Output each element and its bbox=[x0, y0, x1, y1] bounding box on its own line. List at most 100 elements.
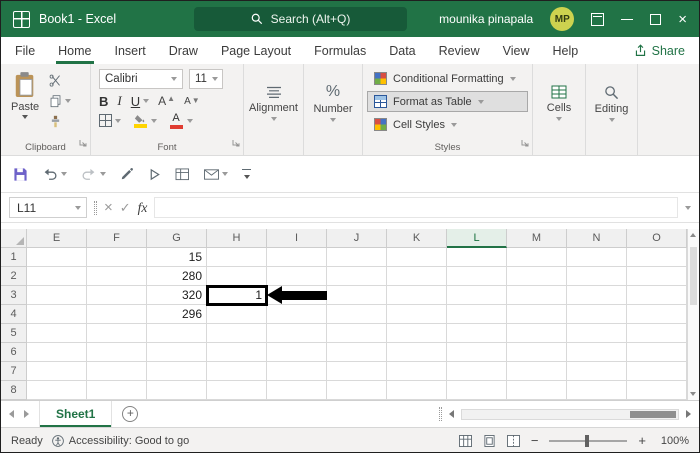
page-break-view-button[interactable] bbox=[506, 434, 520, 447]
cell-I8[interactable] bbox=[267, 381, 327, 400]
cell-K6[interactable] bbox=[387, 343, 447, 362]
row-header-8[interactable]: 8 bbox=[1, 381, 27, 400]
column-header-I[interactable]: I bbox=[267, 229, 327, 248]
qat-mail-button[interactable] bbox=[204, 168, 228, 180]
fill-color-button[interactable] bbox=[132, 114, 157, 128]
row-header-6[interactable]: 6 bbox=[1, 343, 27, 362]
cell-L7[interactable] bbox=[447, 362, 507, 381]
cell-E4[interactable] bbox=[27, 305, 87, 324]
column-header-E[interactable]: E bbox=[27, 229, 87, 248]
cell-O1[interactable] bbox=[627, 248, 687, 267]
cell-O7[interactable] bbox=[627, 362, 687, 381]
editing-group[interactable]: Editing bbox=[586, 64, 638, 155]
column-header-H[interactable]: H bbox=[207, 229, 267, 248]
cell-J7[interactable] bbox=[327, 362, 387, 381]
conditional-formatting-button[interactable]: Conditional Formatting bbox=[367, 68, 528, 89]
format-painter-button[interactable] bbox=[49, 115, 71, 128]
cell-I1[interactable] bbox=[267, 248, 327, 267]
cell-M2[interactable] bbox=[507, 267, 567, 286]
zoom-slider-thumb[interactable] bbox=[585, 434, 590, 447]
tab-split-handle[interactable] bbox=[439, 407, 442, 421]
cell-H2[interactable] bbox=[207, 267, 267, 286]
page-layout-view-button[interactable] bbox=[483, 434, 496, 447]
cell-K1[interactable] bbox=[387, 248, 447, 267]
row-header-3[interactable]: 3 bbox=[1, 286, 27, 305]
tab-data[interactable]: Data bbox=[389, 37, 415, 64]
tab-review[interactable]: Review bbox=[439, 37, 480, 64]
vertical-scroll-thumb[interactable] bbox=[690, 247, 697, 305]
cell-F4[interactable] bbox=[87, 305, 147, 324]
cell-K2[interactable] bbox=[387, 267, 447, 286]
cell-F7[interactable] bbox=[87, 362, 147, 381]
cell-I7[interactable] bbox=[267, 362, 327, 381]
horizontal-scrollbar[interactable] bbox=[461, 408, 679, 420]
minimize-button[interactable] bbox=[621, 13, 634, 25]
font-size-select[interactable]: 11 bbox=[189, 69, 223, 89]
shrink-font-button[interactable]: A ▼ bbox=[184, 96, 200, 107]
font-name-select[interactable]: Calibri bbox=[99, 69, 183, 89]
number-group[interactable]: % Number bbox=[304, 64, 363, 155]
cell-K7[interactable] bbox=[387, 362, 447, 381]
cell-F3[interactable] bbox=[87, 286, 147, 305]
cell-O5[interactable] bbox=[627, 324, 687, 343]
tab-draw[interactable]: Draw bbox=[169, 37, 198, 64]
cell-G8[interactable] bbox=[147, 381, 207, 400]
maximize-button[interactable] bbox=[650, 13, 662, 25]
enter-button[interactable]: ✓ bbox=[120, 201, 131, 214]
cell-H6[interactable] bbox=[207, 343, 267, 362]
close-button[interactable]: × bbox=[678, 12, 687, 27]
next-sheet-icon[interactable] bbox=[24, 410, 29, 418]
clipboard-dialog-launcher-icon[interactable] bbox=[79, 134, 87, 152]
cell-F8[interactable] bbox=[87, 381, 147, 400]
cell-G7[interactable] bbox=[147, 362, 207, 381]
scroll-up-icon[interactable] bbox=[690, 233, 696, 237]
user-avatar[interactable]: MP bbox=[550, 7, 575, 31]
cell-E3[interactable] bbox=[27, 286, 87, 305]
cell-K5[interactable] bbox=[387, 324, 447, 343]
column-header-N[interactable]: N bbox=[567, 229, 627, 248]
normal-view-button[interactable] bbox=[458, 434, 472, 447]
zoom-out-button[interactable]: − bbox=[531, 434, 539, 447]
format-as-table-button[interactable]: Format as Table bbox=[367, 91, 528, 112]
zoom-slider[interactable] bbox=[549, 434, 628, 447]
row-header-4[interactable]: 4 bbox=[1, 305, 27, 324]
cell-L3[interactable] bbox=[447, 286, 507, 305]
cell-L5[interactable] bbox=[447, 324, 507, 343]
cell-M7[interactable] bbox=[507, 362, 567, 381]
select-all-button[interactable] bbox=[1, 229, 27, 248]
cell-O3[interactable] bbox=[627, 286, 687, 305]
paste-button[interactable]: Paste bbox=[5, 69, 45, 140]
cut-button[interactable] bbox=[49, 74, 71, 87]
font-dialog-launcher-icon[interactable] bbox=[232, 134, 240, 152]
qat-save-button[interactable] bbox=[13, 167, 28, 182]
accessibility-status[interactable]: Accessibility: Good to go bbox=[51, 435, 189, 447]
search-box[interactable]: Search (Alt+Q) bbox=[194, 7, 407, 31]
cell-J1[interactable] bbox=[327, 248, 387, 267]
expand-formula-bar-icon[interactable] bbox=[685, 205, 691, 210]
cell-N1[interactable] bbox=[567, 248, 627, 267]
cell-O4[interactable] bbox=[627, 305, 687, 324]
scroll-right-icon[interactable] bbox=[686, 410, 691, 418]
cell-H7[interactable] bbox=[207, 362, 267, 381]
cancel-button[interactable]: × bbox=[104, 200, 113, 215]
cell-J2[interactable] bbox=[327, 267, 387, 286]
scroll-down-icon[interactable] bbox=[690, 392, 696, 396]
zoom-level[interactable]: 100% bbox=[657, 435, 689, 447]
bold-button[interactable]: B bbox=[99, 94, 108, 109]
column-header-O[interactable]: O bbox=[627, 229, 687, 248]
tab-home[interactable]: Home bbox=[56, 37, 94, 64]
cell-J6[interactable] bbox=[327, 343, 387, 362]
scroll-left-icon[interactable] bbox=[449, 410, 454, 418]
insert-function-button[interactable]: fx bbox=[138, 200, 148, 216]
column-header-G[interactable]: G bbox=[147, 229, 207, 248]
vertical-scrollbar[interactable] bbox=[687, 229, 699, 400]
italic-button[interactable]: I bbox=[117, 93, 121, 109]
cell-G5[interactable] bbox=[147, 324, 207, 343]
cell-E5[interactable] bbox=[27, 324, 87, 343]
cell-O2[interactable] bbox=[627, 267, 687, 286]
cell-G3[interactable]: 320 bbox=[147, 286, 207, 305]
font-color-button[interactable]: A bbox=[168, 113, 193, 129]
cell-M1[interactable] bbox=[507, 248, 567, 267]
cell-N6[interactable] bbox=[567, 343, 627, 362]
new-sheet-button[interactable]: + bbox=[122, 406, 139, 422]
